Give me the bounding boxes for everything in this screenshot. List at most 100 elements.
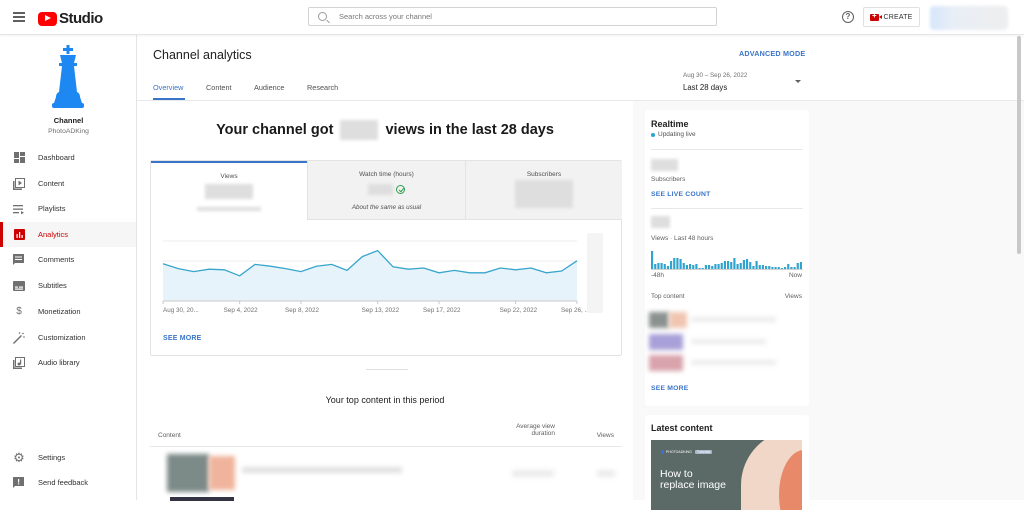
x-tick-label: Sep 17, 2022 bbox=[423, 307, 461, 314]
sidebar-item-settings[interactable]: ⚙ Settings bbox=[0, 445, 136, 470]
subscribers-label: Subscribers bbox=[651, 176, 686, 183]
tab-content[interactable]: Content bbox=[206, 83, 232, 92]
realtime-bar bbox=[670, 261, 673, 269]
realtime-bar bbox=[711, 266, 714, 269]
create-button[interactable]: CREATE bbox=[863, 7, 920, 27]
realtime-bar bbox=[682, 263, 685, 269]
see-live-count-button[interactable]: SEE LIVE COUNT bbox=[651, 191, 710, 198]
youtube-studio-logo[interactable]: Studio bbox=[38, 10, 103, 27]
realtime-bar bbox=[771, 267, 774, 269]
realtime-bar bbox=[774, 267, 777, 269]
realtime-bar bbox=[666, 266, 669, 269]
views-count-redacted bbox=[340, 120, 379, 140]
views-chart[interactable]: Aug 30, 20... Sep 4, 2022 Sep 8, 2022 Sep 1… bbox=[151, 231, 623, 331]
realtime-bar bbox=[739, 263, 742, 269]
series-area bbox=[163, 250, 577, 301]
brand-logo-icon bbox=[661, 450, 664, 454]
date-range-selector[interactable]: Aug 30 – Sep 26, 2022 Last 28 days bbox=[683, 72, 747, 92]
see-more-button[interactable]: SEE MORE bbox=[163, 335, 202, 342]
x-tick-label: Sep 26, ... bbox=[561, 307, 590, 314]
realtime-bar bbox=[752, 266, 755, 269]
realtime-bar bbox=[679, 259, 682, 269]
sidebar-item-label: Subtitles bbox=[38, 281, 67, 290]
latest-content-title: Latest content bbox=[651, 423, 713, 433]
thumbnail-text-line: replace image bbox=[660, 479, 726, 491]
tab-research[interactable]: Research bbox=[307, 83, 338, 92]
account-avatar[interactable] bbox=[930, 6, 1008, 30]
page-scrollbar[interactable] bbox=[1017, 36, 1021, 254]
realtime-bar bbox=[761, 265, 764, 269]
search-input[interactable]: Search across your channel bbox=[308, 7, 717, 26]
realtime-bar bbox=[717, 264, 720, 269]
search-placeholder: Search across your channel bbox=[339, 12, 432, 21]
metric-label: Views bbox=[220, 173, 238, 180]
next-row-thumbnail[interactable] bbox=[170, 497, 234, 501]
realtime-see-more-button[interactable]: SEE MORE bbox=[651, 385, 688, 392]
tab-audience[interactable]: Audience bbox=[254, 83, 284, 92]
channel-name[interactable]: PhotoADKing bbox=[0, 128, 137, 135]
metric-label: Watch time (hours) bbox=[359, 171, 414, 178]
thumbnail-brand: PHOTOADKING Tutorials bbox=[661, 450, 713, 454]
video-thumbnail-redacted bbox=[167, 454, 209, 492]
x-tick-label: Aug 30, 20... bbox=[163, 307, 199, 314]
thumbnail-badge: Tutorials bbox=[694, 450, 713, 454]
channel-avatar-chess-king-icon[interactable] bbox=[46, 45, 90, 109]
realtime-bar bbox=[790, 267, 793, 269]
col-header-line: duration bbox=[531, 430, 556, 437]
sidebar-item-label: Content bbox=[38, 179, 65, 188]
help-icon[interactable]: ? bbox=[842, 11, 854, 23]
subscriber-count-redacted bbox=[651, 159, 678, 171]
analytics-icon bbox=[13, 229, 25, 240]
col-header-line: Average view bbox=[516, 423, 555, 430]
menu-icon[interactable] bbox=[13, 12, 25, 22]
content-icon bbox=[13, 177, 25, 190]
realtime-bar bbox=[660, 263, 663, 269]
tab-overview[interactable]: Overview bbox=[153, 83, 183, 92]
realtime-views-bar-chart[interactable] bbox=[651, 248, 803, 270]
sidebar-item-dashboard[interactable]: Dashboard bbox=[0, 145, 136, 170]
video-title-redacted bbox=[242, 467, 402, 473]
metric-tab-views[interactable]: Views bbox=[151, 161, 307, 220]
thumbnail-redacted bbox=[649, 334, 683, 350]
views-value-redacted bbox=[597, 470, 615, 477]
main-area: Channel analytics ADVANCED MODE Overview… bbox=[137, 35, 1024, 515]
realtime-bar bbox=[727, 261, 730, 269]
comments-icon bbox=[13, 253, 25, 265]
brand-name: PHOTOADKING bbox=[666, 450, 692, 454]
realtime-title: Realtime bbox=[651, 119, 689, 129]
sidebar-item-customization[interactable]: Customization bbox=[0, 325, 136, 350]
metric-value-redacted bbox=[515, 180, 573, 208]
sidebar-item-send-feedback[interactable]: Send feedback bbox=[0, 470, 136, 495]
metric-tab-watch-time[interactable]: Watch time (hours) About the same as usu… bbox=[307, 161, 465, 220]
sidebar-item-playlists[interactable]: Playlists bbox=[0, 196, 136, 221]
caret-down-icon[interactable] bbox=[795, 80, 801, 83]
x-tick-label: Sep 13, 2022 bbox=[362, 307, 400, 314]
magic-wand-icon bbox=[13, 331, 25, 344]
hero-suffix: views in the last 28 days bbox=[385, 121, 554, 138]
title-redacted bbox=[691, 360, 776, 365]
realtime-bar bbox=[685, 265, 688, 269]
audio-library-icon bbox=[13, 356, 25, 369]
x-tick-label: Sep 8, 2022 bbox=[285, 307, 319, 314]
metrics-chart-card: Views Watch time (hours) About the same … bbox=[150, 160, 622, 356]
sidebar-item-label: Monetization bbox=[38, 307, 81, 316]
title-redacted bbox=[691, 339, 766, 344]
sidebar-item-monetization[interactable]: $ Monetization bbox=[0, 299, 136, 324]
sidebar-item-analytics[interactable]: Analytics bbox=[0, 222, 136, 247]
realtime-bar bbox=[780, 268, 783, 269]
sidebar-item-subtitles[interactable]: Subtitles bbox=[0, 273, 136, 298]
advanced-mode-button[interactable]: ADVANCED MODE bbox=[739, 49, 805, 58]
create-label: CREATE bbox=[883, 13, 913, 21]
realtime-card: Realtime Updating live Subscribers SEE L… bbox=[645, 110, 809, 406]
sidebar-item-comments[interactable]: Comments bbox=[0, 247, 136, 272]
video-thumbnail-redacted bbox=[209, 456, 235, 490]
sidebar-item-audio-library[interactable]: Audio library bbox=[0, 350, 136, 375]
views-48h-label: Views · Last 48 hours bbox=[651, 235, 714, 242]
top-bar: Studio Search across your channel ? CREA… bbox=[0, 0, 1024, 35]
latest-content-card: Latest content PHOTOADKING Tutorials How… bbox=[645, 415, 809, 515]
metric-tab-subscribers[interactable]: Subscribers bbox=[465, 161, 622, 220]
app-name: Studio bbox=[59, 10, 103, 27]
metric-note: About the same as usual bbox=[351, 204, 422, 211]
sidebar-item-content[interactable]: Content bbox=[0, 171, 136, 196]
thumbnail-text: How to replace image bbox=[660, 469, 726, 491]
